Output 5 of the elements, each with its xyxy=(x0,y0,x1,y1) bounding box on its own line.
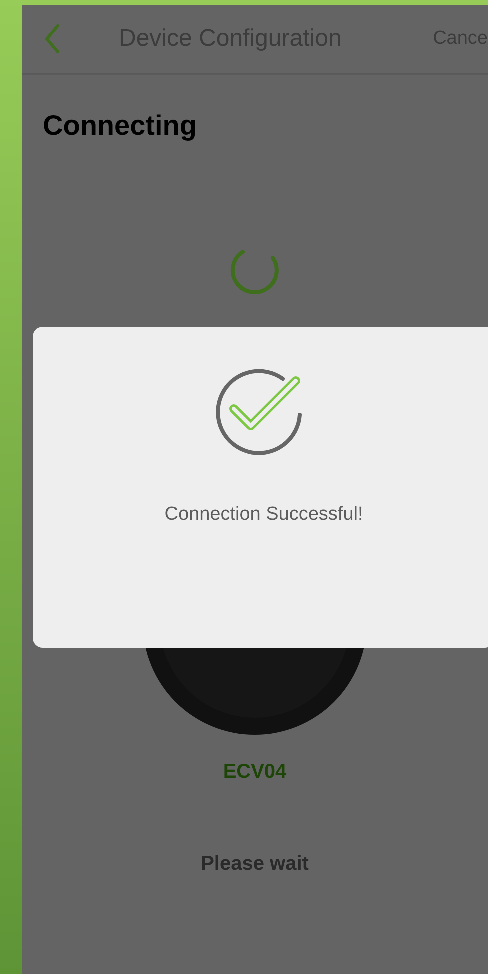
connecting-heading: Connecting xyxy=(43,109,197,143)
device-name: ECV04 xyxy=(223,760,287,784)
back-chevron-icon xyxy=(44,24,60,54)
dialog-message: Connection Successful! xyxy=(164,503,364,527)
status-text: Please wait xyxy=(201,852,309,876)
